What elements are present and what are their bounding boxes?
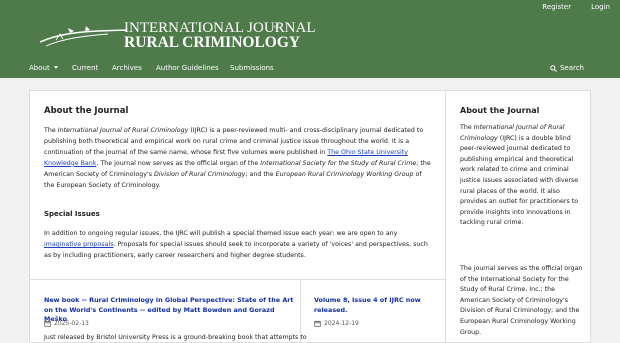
text-segment: In addition to ongoing regular issues, t… (44, 230, 398, 237)
sidebar: About the Journal The International Jour… (446, 90, 591, 343)
text-segment: ; and the (245, 170, 276, 178)
divider (30, 279, 445, 280)
login-link[interactable]: Login (581, 4, 620, 11)
journal-logo[interactable]: INTERNATIONAL JOURNAL of RURAL CRIMINOLO… (38, 14, 316, 58)
working-group-name: European Rural Criminology Working Group (275, 170, 414, 178)
nav-archives[interactable]: Archives (112, 64, 142, 72)
text-segment: . The journal now serves as the official… (96, 159, 261, 167)
search-link[interactable]: Search (550, 64, 584, 72)
text-segment: The (44, 127, 58, 134)
swoosh-icon (39, 26, 127, 47)
special-issues-heading: Special Issues (44, 210, 100, 218)
logo-title-of: of (274, 24, 279, 30)
sidebar-heading: About the Journal (460, 106, 540, 115)
calendar-icon (314, 320, 321, 327)
news-title-2[interactable]: Volume 8, Issue 4 of IJRC now released. (314, 296, 434, 315)
register-link[interactable]: Register (532, 4, 581, 11)
site-header: Register Login INTERNATIONAL JOURNAL of … (0, 0, 620, 78)
nav-about-label: About (29, 64, 50, 72)
caret-down-icon (53, 66, 58, 69)
utility-nav: Register Login (532, 4, 620, 11)
text-segment: (IJRC) is a double blind peer-reviewed j… (460, 134, 579, 227)
logo-title-line2: RURAL CRIMINOLOGY (124, 34, 301, 51)
page-title: About the Journal (44, 106, 129, 116)
imaginative-proposals-link[interactable]: imaginative proposals (44, 241, 113, 248)
nav-submissions[interactable]: Submissions (230, 64, 274, 72)
about-paragraph: The International Journal of Rural Crimi… (44, 126, 432, 191)
nav-author-guidelines[interactable]: Author Guidelines (156, 64, 219, 72)
search-icon (550, 64, 557, 72)
news-date-text: 2025-02-13 (54, 320, 89, 327)
division-name: Division of Rural Criminology (153, 170, 246, 178)
news-date-text: 2024-12-19 (324, 320, 359, 327)
nav-about[interactable]: About (29, 64, 58, 72)
special-issues-paragraph: In addition to ongoing regular issues, t… (44, 229, 432, 262)
calendar-icon (44, 320, 51, 327)
journal-name: International Journal of Rural Criminolo… (57, 127, 189, 134)
primary-nav: About Current Archives Author Guidelines… (0, 59, 620, 78)
search-label: Search (559, 64, 584, 72)
news-summary: Just released by Bristol University Pres… (44, 334, 307, 341)
news-date-1: 2025-02-13 (44, 320, 89, 327)
sidebar-about-paragraph: The International Journal of Rural Crimi… (460, 123, 584, 229)
news-date-2: 2024-12-19 (314, 320, 359, 327)
nav-current[interactable]: Current (72, 64, 98, 72)
sidebar-organ-paragraph: The journal serves as the official organ… (460, 265, 583, 336)
text-segment: The (460, 124, 474, 131)
main-content: About the Journal The International Jour… (29, 90, 446, 343)
society-name: International Society for the Study of R… (260, 159, 417, 167)
